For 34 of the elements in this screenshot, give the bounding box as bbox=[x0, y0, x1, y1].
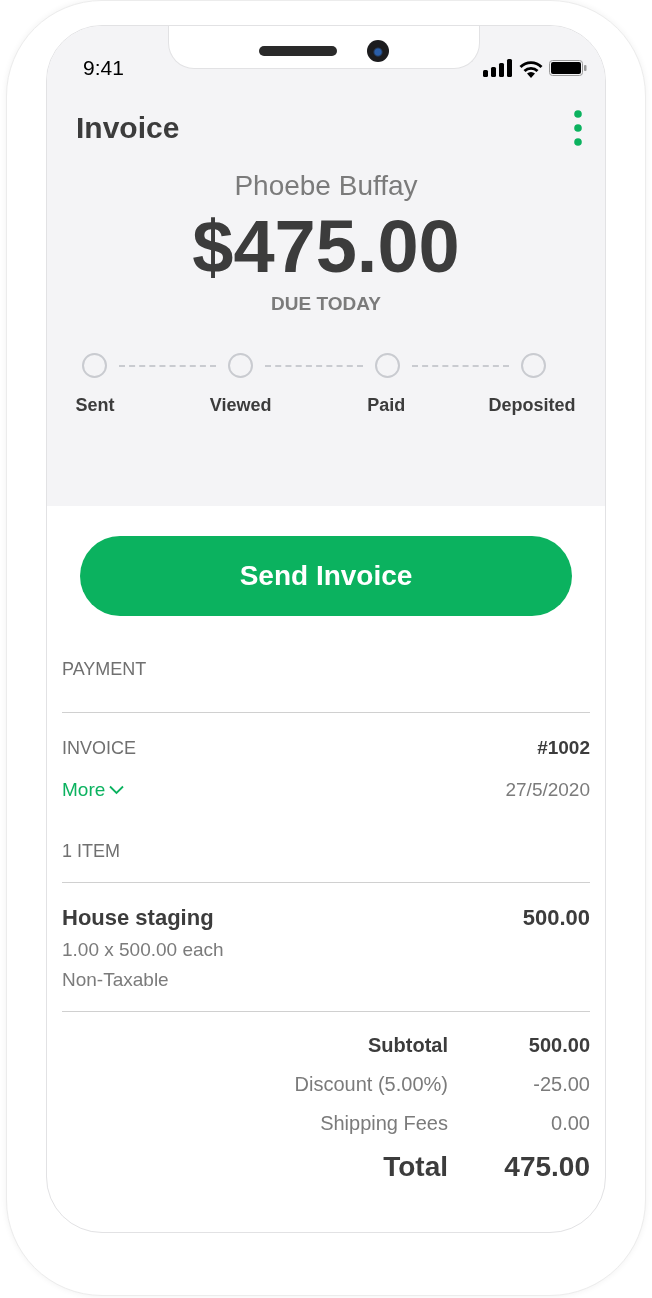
customer-name: Phoebe Buffay bbox=[233, 170, 419, 202]
step-label: Paid bbox=[366, 395, 407, 417]
item-amount: 500.00 bbox=[522, 905, 590, 931]
camera bbox=[367, 39, 389, 62]
total-label: Discount (5.00%) bbox=[294, 1073, 448, 1096]
step-label: Viewed bbox=[208, 395, 273, 417]
total-label: Total bbox=[383, 1151, 448, 1183]
total-value: 475.00 bbox=[503, 1151, 590, 1183]
send-invoice-button[interactable]: Send Invoice bbox=[80, 536, 572, 616]
invoice-amount: $475.00 bbox=[191, 206, 461, 288]
status-time: 9:41 bbox=[83, 56, 124, 80]
total-value: 0.00 bbox=[550, 1112, 590, 1135]
chevron-icon bbox=[109, 785, 125, 795]
total-value: 500.00 bbox=[527, 1034, 590, 1057]
invoice-date: 27/5/2020 bbox=[505, 779, 590, 801]
section-heading: PAYMENT bbox=[62, 659, 148, 680]
item-name: House staging bbox=[62, 905, 214, 931]
step-label: Deposited bbox=[487, 395, 577, 417]
total-value: -25.00 bbox=[532, 1073, 590, 1096]
section-heading: 1 ITEM bbox=[62, 841, 121, 862]
more-options-icon[interactable] bbox=[574, 110, 582, 146]
battery-icon bbox=[549, 60, 587, 76]
screen-title: Invoice bbox=[76, 111, 180, 145]
signal-icon bbox=[483, 59, 513, 77]
wifi-icon bbox=[518, 58, 544, 78]
total-label: Subtotal bbox=[368, 1034, 448, 1057]
invoice-label: INVOICE bbox=[62, 738, 136, 759]
total-label: Shipping Fees bbox=[320, 1112, 448, 1135]
item-quantity: 1.00 x 500.00 each bbox=[62, 939, 225, 961]
step-label: Sent bbox=[74, 395, 116, 417]
invoice-number: #1002 bbox=[537, 737, 590, 759]
more-link[interactable]: More bbox=[62, 779, 125, 801]
item-tax-status: Non-Taxable bbox=[62, 969, 170, 991]
due-status: DUE TODAY bbox=[270, 293, 382, 316]
